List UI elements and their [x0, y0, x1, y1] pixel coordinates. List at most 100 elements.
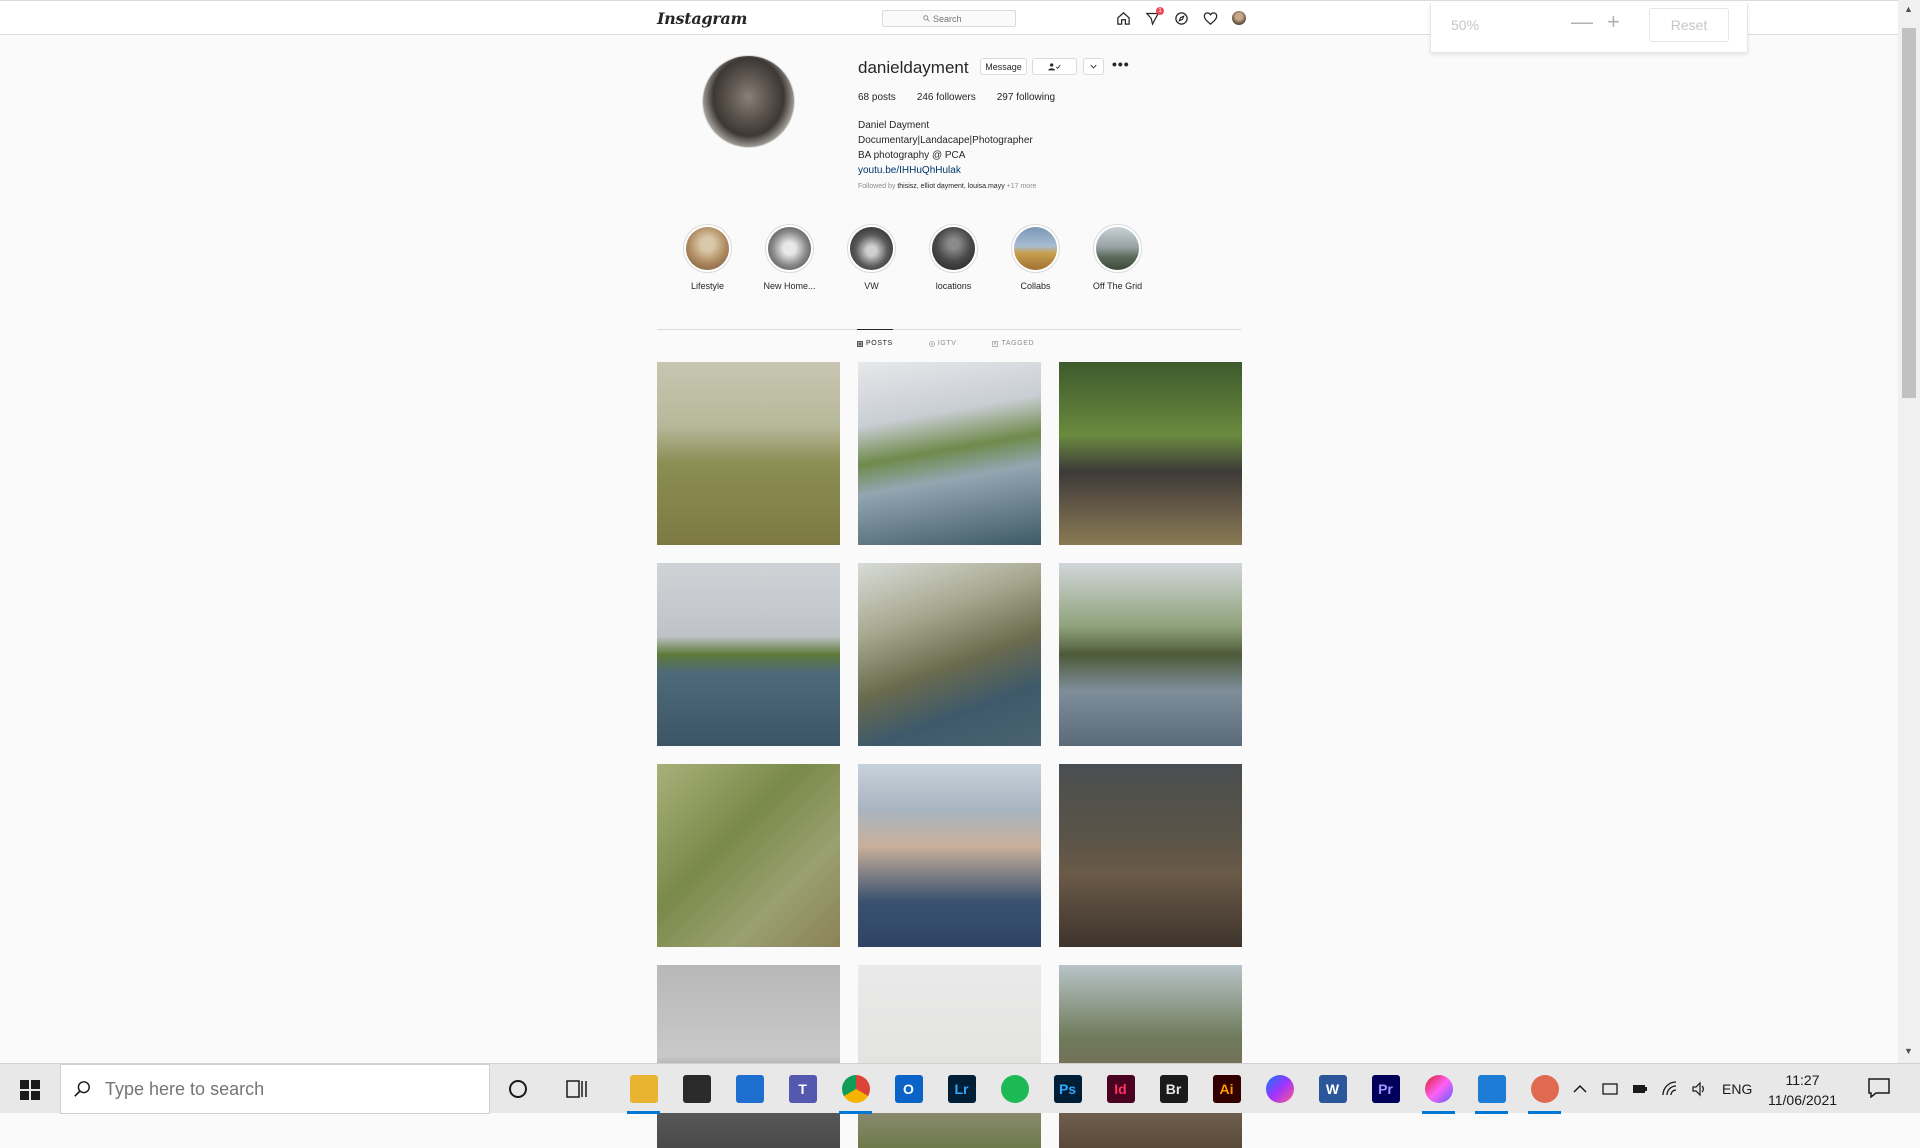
notification-badge: 1 [1156, 7, 1164, 15]
post-thumbnail[interactable] [657, 362, 840, 545]
post-thumbnail[interactable] [858, 563, 1041, 746]
file-explorer-icon[interactable] [617, 1064, 670, 1114]
app-tile: O [894, 1075, 923, 1103]
zoom-out-button[interactable]: — [1571, 11, 1593, 33]
highlight-collabs[interactable]: Collabs [1011, 224, 1060, 291]
following-button[interactable] [1032, 58, 1077, 75]
app-tile: Id [1106, 1075, 1135, 1103]
photoshop-icon[interactable]: Ps [1041, 1064, 1094, 1114]
tab-igtv[interactable]: IGTV [928, 330, 957, 347]
post-thumbnail[interactable] [1059, 362, 1242, 545]
search-input[interactable] [933, 13, 975, 24]
messenger-icon[interactable] [1253, 1064, 1306, 1114]
clock-date: 11/06/2021 [1767, 1092, 1838, 1108]
highlight-thumbnail [850, 227, 893, 270]
highlight-locations[interactable]: locations [929, 224, 978, 291]
app-tile [1477, 1075, 1506, 1103]
word-icon[interactable]: W [1306, 1064, 1359, 1114]
app-tile [735, 1075, 764, 1103]
tab-posts[interactable]: POSTS [857, 329, 893, 347]
page-scrollbar[interactable]: ▲ ▼ [1898, 0, 1920, 1063]
post-thumbnail[interactable] [657, 764, 840, 947]
video-player-icon[interactable] [1465, 1064, 1518, 1114]
teams-icon[interactable]: T [776, 1064, 829, 1114]
microsoft-store-icon[interactable] [670, 1064, 723, 1114]
post-thumbnail[interactable] [1059, 965, 1242, 1148]
bridge-icon[interactable]: Br [1147, 1064, 1200, 1114]
following-count[interactable]: 297 following [997, 92, 1055, 103]
scroll-up-arrow-icon[interactable]: ▲ [1904, 4, 1913, 14]
device-icon[interactable] [1602, 1081, 1618, 1097]
zoom-level: 50% [1451, 17, 1480, 33]
action-center-icon[interactable] [1868, 1078, 1890, 1098]
direct-messages-icon[interactable]: 1 [1145, 7, 1164, 26]
cortana-icon[interactable] [509, 1080, 527, 1098]
profile-avatar[interactable] [702, 55, 795, 148]
highlight-new-home[interactable]: New Home... [764, 224, 816, 291]
followed-by[interactable]: Followed by thisisz, elliot dayment, lou… [858, 183, 1036, 190]
bio-name: Daniel Dayment [858, 120, 930, 131]
activity-heart-icon[interactable] [1203, 11, 1218, 26]
taskbar-search-box[interactable] [60, 1064, 490, 1114]
zoom-reset-button[interactable]: Reset [1649, 8, 1729, 42]
highlight-ring [683, 224, 732, 273]
illustrator-icon[interactable]: Ai [1200, 1064, 1253, 1114]
app-tile: T [788, 1075, 817, 1103]
chevron-up-icon[interactable] [1572, 1081, 1588, 1097]
bio-line: Documentary|Landacape|Photographer [858, 135, 1033, 146]
app-tile [1530, 1075, 1559, 1103]
outlook-icon[interactable]: O [882, 1064, 935, 1114]
input-language[interactable]: ENG [1722, 1081, 1752, 1097]
system-clock[interactable]: 11:27 11/06/2021 [1760, 1070, 1845, 1110]
app-tile [1424, 1075, 1453, 1103]
premiere-icon[interactable]: Pr [1359, 1064, 1412, 1114]
explore-icon[interactable] [1174, 11, 1189, 26]
suggested-dropdown-button[interactable] [1083, 58, 1104, 75]
spotify-icon[interactable] [988, 1064, 1041, 1114]
posts-grid [657, 362, 1242, 1148]
taskbar-search-input[interactable] [103, 1077, 447, 1101]
battery-icon[interactable] [1632, 1081, 1648, 1097]
post-thumbnail[interactable] [657, 965, 840, 1148]
post-thumbnail[interactable] [1059, 764, 1242, 947]
tab-tagged[interactable]: TAGGED [992, 330, 1034, 347]
chrome-icon[interactable] [829, 1064, 882, 1114]
scroll-down-arrow-icon[interactable]: ▼ [1904, 1046, 1913, 1056]
app-tile [1000, 1075, 1029, 1103]
post-thumbnail[interactable] [858, 965, 1041, 1148]
highlight-lifestyle[interactable]: Lifestyle [683, 224, 732, 291]
profile-tabs: POSTS IGTV TAGGED [857, 329, 1034, 347]
more-options-icon[interactable]: ••• [1112, 56, 1130, 72]
bio-link[interactable]: youtu.be/IHHuQhHulak [858, 163, 1033, 178]
mail-icon[interactable] [723, 1064, 776, 1114]
message-button[interactable]: Message [980, 58, 1027, 75]
volume-icon[interactable] [1692, 1081, 1708, 1097]
tab-label: TAGGED [1001, 340, 1035, 347]
snip-sketch-icon[interactable] [1518, 1064, 1571, 1114]
tagged-icon [992, 340, 999, 347]
windows-start-icon[interactable] [20, 1080, 40, 1100]
indesign-icon[interactable]: Id [1094, 1064, 1147, 1114]
followers-count[interactable]: 246 followers [917, 92, 976, 103]
highlight-thumbnail [686, 227, 729, 270]
search-icon [923, 15, 930, 22]
scrollbar-thumb[interactable] [1902, 28, 1916, 398]
task-view-icon[interactable] [566, 1080, 588, 1098]
post-thumbnail[interactable] [858, 362, 1041, 545]
post-thumbnail[interactable] [1059, 563, 1242, 746]
post-thumbnail[interactable] [657, 563, 840, 746]
post-thumbnail[interactable] [858, 764, 1041, 947]
wifi-icon[interactable] [1662, 1081, 1678, 1097]
lightroom-icon[interactable]: Lr [935, 1064, 988, 1114]
highlight-off-the-grid[interactable]: Off The Grid [1093, 224, 1142, 291]
followed-by-prefix: Followed by [858, 183, 896, 190]
creative-cloud-icon[interactable] [1412, 1064, 1465, 1114]
highlight-vw[interactable]: VW [847, 224, 896, 291]
zoom-in-button[interactable]: + [1607, 11, 1620, 33]
instagram-logo[interactable]: Instagram [657, 9, 747, 28]
highlight-ring [929, 224, 978, 273]
home-icon[interactable] [1116, 11, 1131, 26]
profile-avatar-icon[interactable] [1232, 11, 1247, 26]
bio-line: BA photography @ PCA [858, 150, 966, 161]
search-box[interactable] [882, 10, 1016, 27]
